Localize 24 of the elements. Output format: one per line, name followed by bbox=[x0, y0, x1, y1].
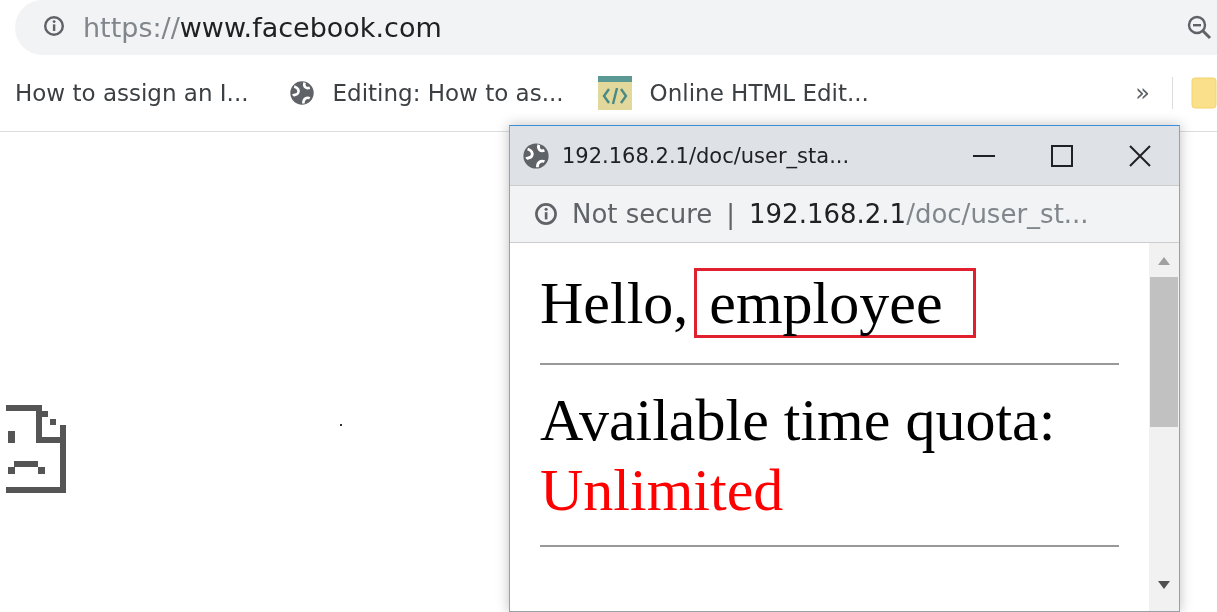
globe-icon bbox=[522, 141, 550, 170]
maximize-icon[interactable] bbox=[1051, 144, 1073, 167]
info-icon[interactable] bbox=[43, 15, 65, 37]
greeting-text: Hello, bbox=[540, 268, 689, 338]
code-editor-icon bbox=[597, 76, 632, 110]
bookmark-link[interactable]: How to assign an I... bbox=[15, 80, 249, 106]
quota-label: Available time quota: bbox=[540, 386, 1057, 455]
quota-value: Unlimited bbox=[540, 456, 785, 525]
bookmarks-overflow-button[interactable]: » bbox=[1135, 79, 1150, 107]
globe-icon bbox=[288, 80, 315, 106]
scroll-down-icon[interactable] bbox=[1158, 581, 1170, 589]
security-label[interactable]: Not secure bbox=[572, 199, 713, 229]
sad-page-icon bbox=[6, 405, 66, 493]
url-text[interactable]: 192.168.2.1/doc/user_st... bbox=[749, 199, 1089, 229]
username-text: employee bbox=[694, 268, 976, 338]
scrollbar-thumb[interactable] bbox=[1150, 277, 1178, 427]
zoom-out-icon[interactable] bbox=[1187, 14, 1213, 41]
bookmark-link[interactable]: Editing: How to as... bbox=[332, 80, 564, 106]
separator-text: | bbox=[726, 199, 735, 229]
bookmark-link[interactable]: Online HTML Edit... bbox=[649, 80, 869, 106]
info-icon[interactable] bbox=[534, 202, 558, 226]
window-title: 192.168.2.1/doc/user_sta... bbox=[562, 143, 850, 168]
close-icon[interactable] bbox=[1129, 144, 1151, 167]
url-text[interactable]: https://www.facebook.com bbox=[83, 12, 442, 43]
